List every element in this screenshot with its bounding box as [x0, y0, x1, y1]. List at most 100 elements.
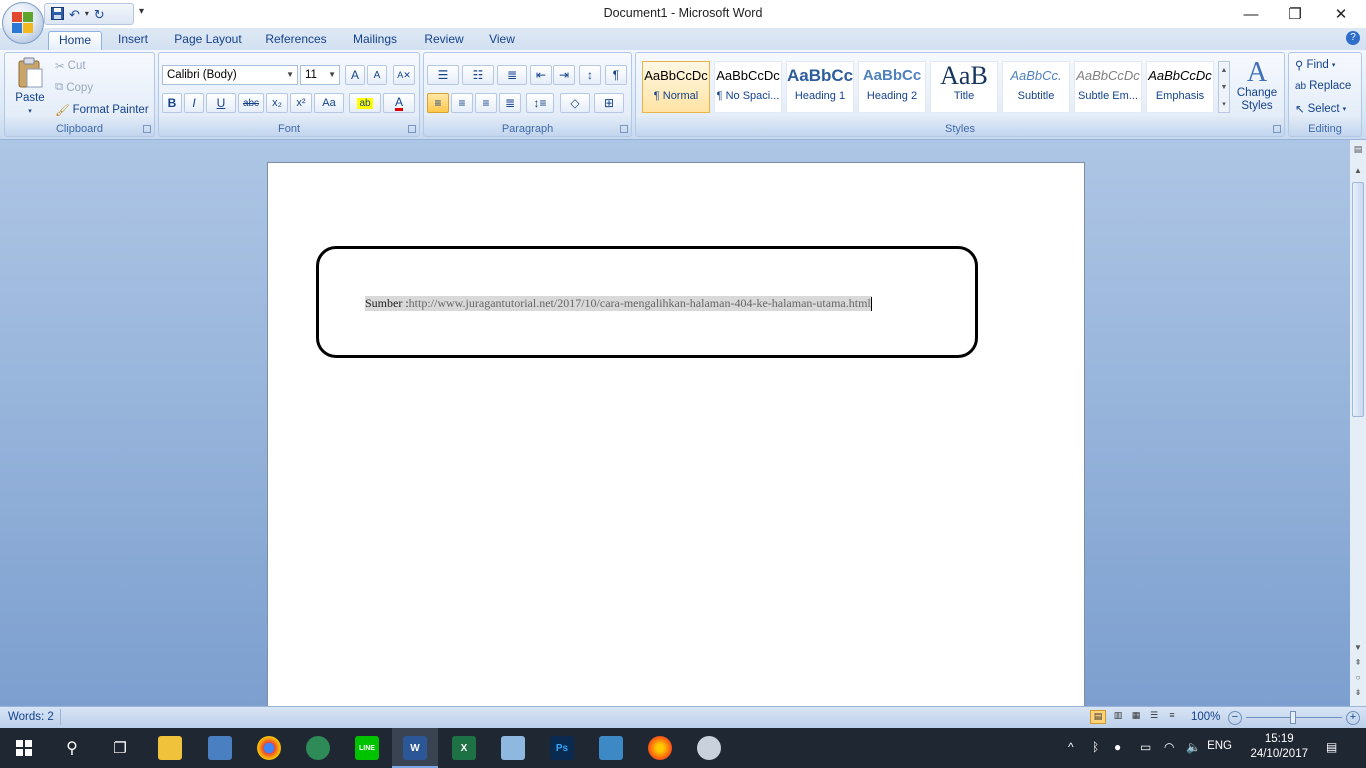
volume-icon[interactable]: 🔈 — [1186, 740, 1201, 754]
styles-launcher-icon[interactable] — [1273, 125, 1281, 133]
full-screen-reading-icon[interactable]: ▥ — [1110, 710, 1126, 724]
office-button[interactable] — [2, 2, 44, 44]
wifi-icon[interactable]: ◠ — [1164, 740, 1174, 754]
word-icon[interactable]: W — [403, 736, 427, 760]
align-left-icon[interactable]: ≡ — [427, 93, 449, 113]
minimize-button[interactable]: — — [1228, 0, 1274, 28]
bluetooth-icon[interactable]: ᛒ — [1092, 740, 1099, 754]
justify-icon[interactable]: ≣ — [499, 93, 521, 113]
outline-icon[interactable]: ☰ — [1146, 710, 1162, 724]
multilevel-list-icon[interactable]: ≣ — [497, 65, 527, 85]
document-text-line[interactable]: Sumber :http://www.juragantutorial.net/2… — [365, 296, 872, 312]
tab-review[interactable]: Review — [418, 31, 470, 50]
undo-dropdown-icon[interactable]: ▾ — [85, 10, 89, 18]
style-subtle-emphasis[interactable]: AaBbCcDc Subtle Em... — [1074, 61, 1142, 113]
superscript-button[interactable]: x² — [290, 93, 312, 113]
ruler-toggle-icon[interactable]: ▤ — [1352, 144, 1364, 156]
draft-icon[interactable]: ≡ — [1164, 710, 1180, 724]
replace-button[interactable]: ab Replace — [1295, 80, 1351, 92]
underline-button[interactable]: U — [206, 93, 236, 113]
style-heading-2[interactable]: AaBbCc Heading 2 — [858, 61, 926, 113]
source-link[interactable]: http://www.juragantutorial.net/2017/10/c… — [409, 296, 871, 310]
sort-icon[interactable]: ↕ — [579, 65, 601, 85]
decrease-indent-icon[interactable]: ⇤ — [530, 65, 552, 85]
italic-button[interactable]: I — [184, 93, 204, 113]
style-subtitle[interactable]: AaBbCc. Subtitle — [1002, 61, 1070, 113]
styles-gallery-scroll[interactable]: ▲ ▼ ▾ — [1218, 61, 1230, 113]
font-size-select[interactable]: 11 ▼ — [300, 65, 340, 85]
bullets-icon[interactable]: ☰ — [427, 65, 459, 85]
copy-button[interactable]: ⧉ Copy — [55, 81, 93, 94]
style-no-spacing[interactable]: AaBbCcDc ¶ No Spaci... — [714, 61, 782, 113]
select-browse-object-icon[interactable]: ○ — [1352, 673, 1364, 682]
tab-view[interactable]: View — [482, 31, 522, 50]
word-count[interactable]: Words: 2 — [8, 711, 54, 723]
customize-qat-button[interactable]: ▾ — [139, 6, 144, 17]
computer-icon[interactable] — [208, 736, 232, 760]
next-page-icon[interactable]: ⇟ — [1352, 688, 1364, 697]
undo-icon[interactable]: ↶ — [69, 8, 80, 21]
borders-icon[interactable]: ⊞ — [594, 93, 624, 113]
print-layout-icon[interactable]: ▤ — [1090, 710, 1106, 724]
redo-icon[interactable]: ↻ — [94, 8, 105, 21]
zoom-level[interactable]: 100% — [1191, 711, 1220, 723]
highlight-color-button[interactable]: ab — [349, 93, 381, 113]
scroll-down-icon[interactable]: ▼ — [1352, 643, 1364, 655]
restore-button[interactable]: ❐ — [1272, 0, 1318, 28]
chrome-icon[interactable] — [257, 736, 281, 760]
tab-home[interactable]: Home — [48, 31, 102, 50]
subscript-button[interactable]: x₂ — [266, 93, 288, 113]
find-button[interactable]: ⚲ Find ▾ — [1295, 58, 1335, 72]
style-heading-1[interactable]: AaBbCc Heading 1 — [786, 61, 854, 113]
vertical-scrollbar[interactable]: ▤ ▲ ▼ ⇞ ○ ⇟ — [1350, 140, 1366, 706]
select-button[interactable]: ↖ Select ▾ — [1295, 102, 1346, 116]
change-case-button[interactable]: Aa — [314, 93, 344, 113]
task-view-icon[interactable]: ❐ — [108, 736, 132, 760]
windows-start-icon[interactable] — [12, 736, 36, 760]
app-icon[interactable] — [501, 736, 525, 760]
align-center-icon[interactable]: ≡ — [451, 93, 473, 113]
show-marks-button[interactable]: ¶ — [605, 65, 627, 85]
font-family-select[interactable]: Calibri (Body) ▼ — [162, 65, 298, 85]
network-app-icon[interactable]: ● — [1114, 740, 1121, 754]
increase-indent-icon[interactable]: ⇥ — [553, 65, 575, 85]
excel-icon[interactable]: X — [452, 736, 476, 760]
cut-button[interactable]: ✂ Cut — [55, 59, 86, 73]
picture-app-icon[interactable] — [599, 736, 623, 760]
grow-font-button[interactable]: A — [345, 65, 365, 85]
tab-references[interactable]: References — [260, 31, 332, 50]
font-color-button[interactable]: A — [383, 93, 415, 113]
align-right-icon[interactable]: ≡ — [475, 93, 497, 113]
change-styles-button[interactable]: A Change Styles — [1234, 59, 1280, 113]
shrink-font-button[interactable]: A — [367, 65, 387, 85]
bold-button[interactable]: B — [162, 93, 182, 113]
zoom-out-icon[interactable]: − — [1228, 711, 1242, 725]
save-icon[interactable] — [51, 6, 64, 22]
photoshop-icon[interactable]: Ps — [550, 736, 574, 760]
clear-formatting-icon[interactable]: A✕ — [393, 65, 415, 85]
scroll-up-icon[interactable]: ▲ — [1352, 166, 1364, 178]
text-box[interactable]: Sumber :http://www.juragantutorial.net/2… — [316, 246, 978, 358]
zoom-slider-thumb[interactable] — [1290, 711, 1296, 724]
zoom-in-icon[interactable]: + — [1346, 711, 1360, 725]
style-title[interactable]: AaB Title — [930, 61, 998, 113]
line-app-icon[interactable]: LINE — [355, 736, 379, 760]
notifications-icon[interactable]: ▤ — [1326, 740, 1337, 754]
style-normal[interactable]: AaBbCcDc ¶ Normal — [642, 61, 710, 113]
line-spacing-icon[interactable]: ↕≡ — [526, 93, 554, 113]
scrollbar-thumb[interactable] — [1352, 182, 1364, 417]
globe-app-icon[interactable] — [306, 736, 330, 760]
paint-icon[interactable] — [697, 736, 721, 760]
style-emphasis[interactable]: AaBbCcDc Emphasis — [1146, 61, 1214, 113]
help-icon[interactable]: ? — [1346, 31, 1360, 45]
document-page[interactable]: Sumber :http://www.juragantutorial.net/2… — [267, 162, 1085, 706]
tab-insert[interactable]: Insert — [110, 31, 156, 50]
strikethrough-button[interactable]: abc — [238, 93, 264, 113]
language-indicator[interactable]: ENG — [1207, 740, 1232, 752]
search-icon[interactable]: ⚲ — [60, 736, 84, 760]
tab-page-layout[interactable]: Page Layout — [170, 31, 246, 50]
format-painter-button[interactable]: 🖌 Format Painter — [55, 103, 149, 117]
clock[interactable]: 15:19 24/10/2017 — [1250, 732, 1308, 762]
close-button[interactable]: ✕ — [1318, 0, 1364, 28]
web-layout-icon[interactable]: ▦ — [1128, 710, 1144, 724]
